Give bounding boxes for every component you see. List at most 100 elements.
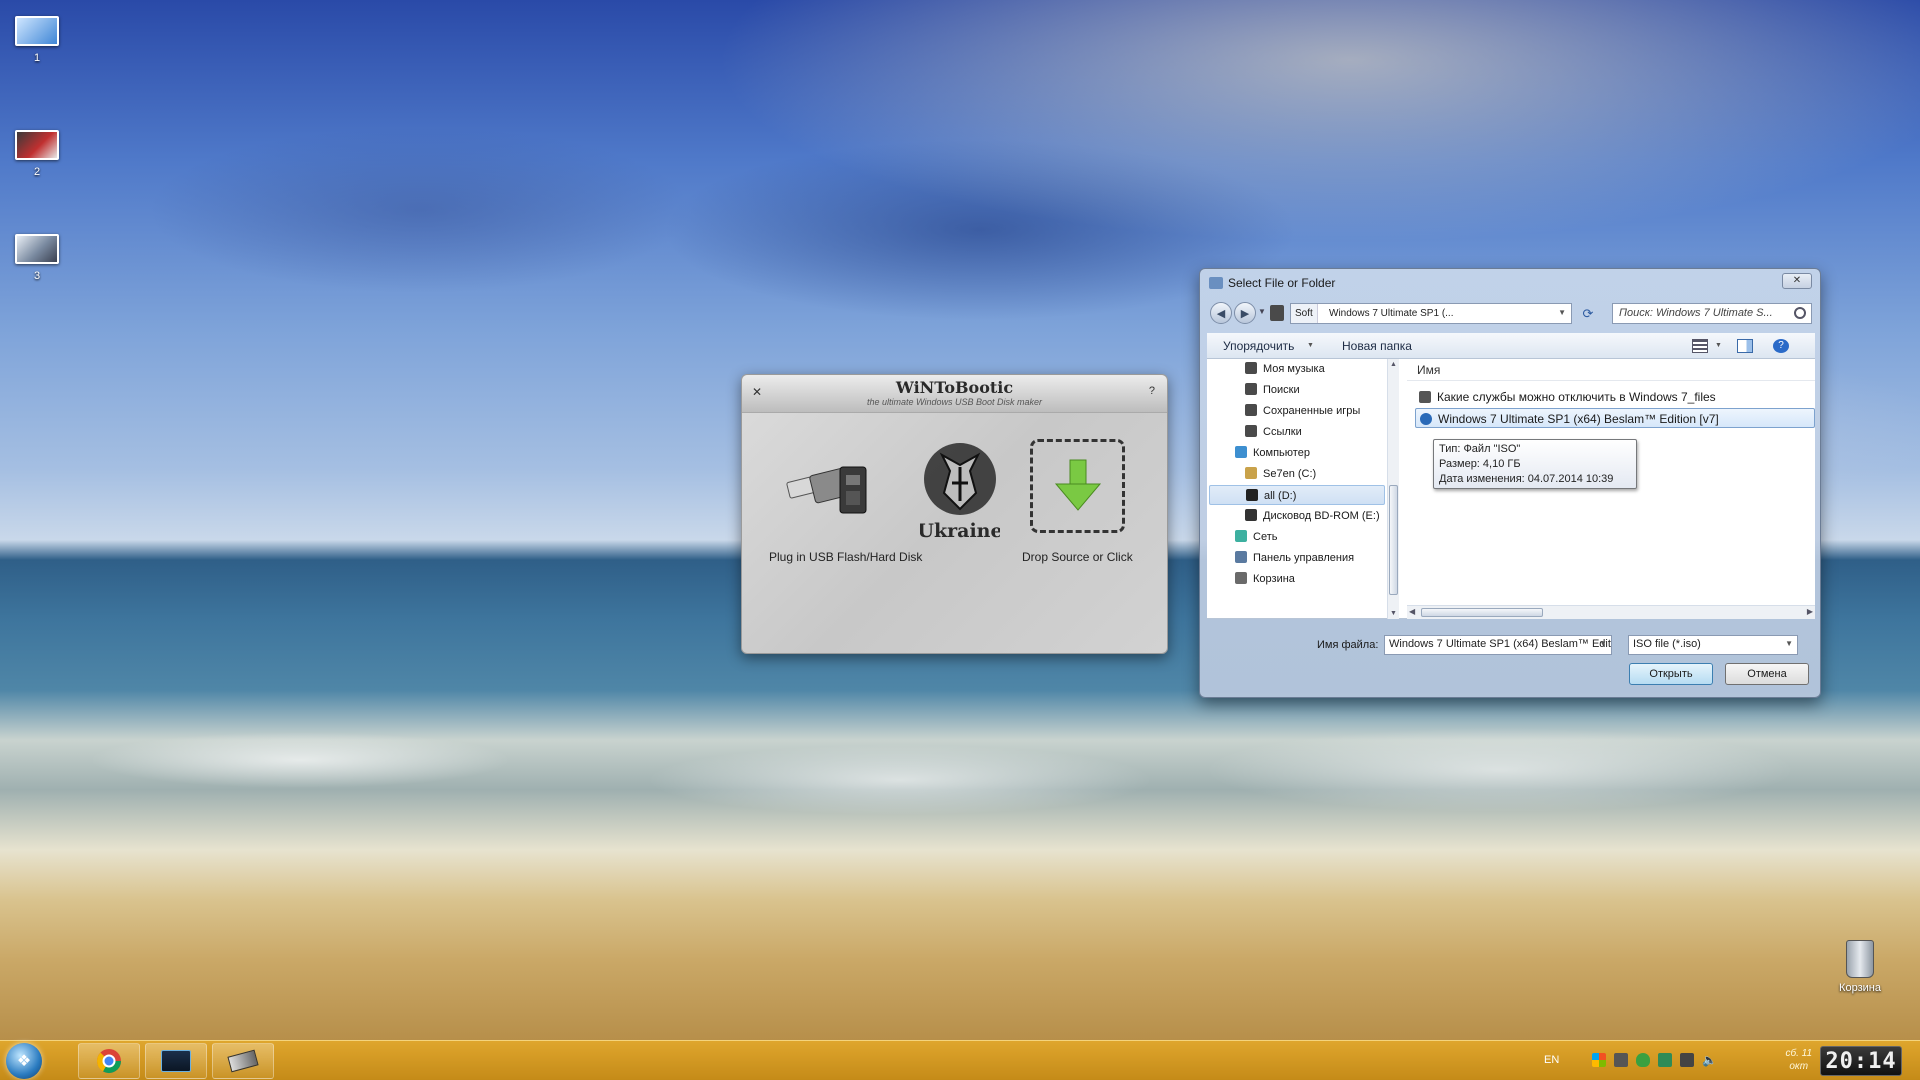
- view-options-icon[interactable]: [1692, 339, 1708, 353]
- tray-tools-icon[interactable]: [1614, 1053, 1628, 1067]
- tree-item-links[interactable]: Ссылки: [1245, 422, 1302, 442]
- tray-network-icon[interactable]: [1658, 1053, 1672, 1067]
- organize-button[interactable]: Упорядочить: [1223, 339, 1294, 353]
- tree-item-label: Дисковод BD-ROM (E:): [1263, 510, 1380, 522]
- address-dropdown-icon[interactable]: ▼: [1558, 308, 1566, 317]
- links-folder-icon: [1245, 425, 1257, 437]
- help-icon[interactable]: ?: [1773, 339, 1789, 353]
- tree-item-recycle-bin[interactable]: Корзина: [1235, 569, 1295, 589]
- tree-scroll-thumb[interactable]: [1389, 485, 1398, 595]
- ukraine-emblem-icon: Ukraine: [917, 435, 1003, 545]
- cancel-button[interactable]: Отмена: [1725, 663, 1809, 685]
- new-folder-button[interactable]: Новая папка: [1342, 339, 1412, 353]
- breadcrumb-soft[interactable]: Soft: [1291, 304, 1318, 323]
- desktop-icon-2[interactable]: 2: [2, 130, 72, 178]
- filename-dropdown-icon[interactable]: ▼: [1599, 639, 1607, 648]
- search-input[interactable]: Поиск: Windows 7 Ultimate S...: [1612, 303, 1812, 324]
- tree-scrollbar[interactable]: ▲ ▼: [1387, 359, 1399, 619]
- scroll-left-icon[interactable]: ◀: [1409, 607, 1415, 616]
- tree-item-label: Поиски: [1263, 384, 1300, 396]
- organize-chevron-icon: ▼: [1307, 342, 1314, 349]
- start-button[interactable]: ❖: [6, 1043, 42, 1079]
- network-icon: [1235, 530, 1247, 542]
- address-bar[interactable]: Soft Windows 7 Ultimate SP1 (... ▼: [1290, 303, 1572, 324]
- tree-item-drive-d[interactable]: all (D:): [1209, 485, 1385, 505]
- taskbar-explorer-button[interactable]: [145, 1043, 207, 1079]
- help-icon[interactable]: ?: [1149, 385, 1155, 397]
- language-indicator[interactable]: EN: [1544, 1054, 1559, 1066]
- back-button[interactable]: ◀: [1210, 302, 1232, 324]
- recycle-bin-label: Корзина: [1839, 982, 1881, 994]
- file-type-select[interactable]: ISO file (*.iso) ▼: [1628, 635, 1798, 655]
- file-type-dropdown-icon[interactable]: ▼: [1785, 639, 1793, 648]
- recent-pages-chevron-icon[interactable]: ▼: [1258, 307, 1266, 316]
- iso-file-icon: [1420, 413, 1432, 425]
- wintobootic-titlebar[interactable]: ✕ WiNToBootic the ultimate Windows USB B…: [742, 375, 1167, 413]
- chrome-icon: [97, 1049, 121, 1074]
- taskbar-clock[interactable]: 20:14: [1820, 1046, 1902, 1076]
- tree-item-drive-e[interactable]: Дисковод BD-ROM (E:): [1245, 506, 1380, 526]
- tree-item-label: Моя музыка: [1263, 363, 1325, 375]
- folder-icon: [1419, 391, 1431, 403]
- refresh-icon[interactable]: ⟳: [1578, 303, 1598, 324]
- address-folder-icon: [1270, 305, 1284, 321]
- column-header-name[interactable]: Имя: [1407, 359, 1815, 381]
- tree-item-control-panel[interactable]: Панель управления: [1235, 548, 1354, 568]
- tree-item-label: Панель управления: [1253, 552, 1355, 564]
- scroll-up-icon[interactable]: ▲: [1390, 361, 1397, 368]
- close-icon[interactable]: ✕: [752, 385, 762, 399]
- tree-item-searches[interactable]: Поиски: [1245, 380, 1300, 400]
- select-file-dialog[interactable]: Select File or Folder ✕ ◀ ▶ ▼ Soft Windo…: [1199, 268, 1821, 698]
- tray-volume-icon[interactable]: 🔈: [1702, 1053, 1717, 1067]
- tree-item-network[interactable]: Сеть: [1235, 527, 1277, 547]
- drive-d-icon: [1246, 489, 1258, 501]
- tray-flag-icon[interactable]: [1592, 1053, 1606, 1067]
- recycle-bin-icon: [1846, 940, 1874, 978]
- desktop-icon-1[interactable]: 1: [2, 16, 72, 64]
- tree-item-saved-games[interactable]: Сохраненные игры: [1245, 401, 1360, 421]
- wintobootic-window[interactable]: ✕ WiNToBootic the ultimate Windows USB B…: [741, 374, 1168, 654]
- tree-item-music[interactable]: Моя музыка: [1245, 359, 1325, 379]
- tree-item-drive-c[interactable]: Se7en (C:): [1245, 464, 1316, 484]
- file-row-iso[interactable]: Windows 7 Ultimate SP1 (x64) Beslam™ Edi…: [1415, 408, 1815, 428]
- navigation-tree[interactable]: Моя музыка Поиски Сохраненные игры Ссылк…: [1207, 359, 1399, 619]
- breadcrumb-current[interactable]: Windows 7 Ultimate SP1 (...: [1325, 304, 1465, 323]
- preview-pane-icon[interactable]: [1737, 339, 1753, 353]
- filename-input[interactable]: Windows 7 Ultimate SP1 (x64) Beslam™ Edi…: [1384, 635, 1612, 655]
- file-row-folder[interactable]: Какие службы можно отключить в Windows 7…: [1415, 387, 1815, 407]
- filename-value: Windows 7 Ultimate SP1 (x64) Beslam™ Edi…: [1389, 638, 1611, 650]
- dialog-app-icon: [1209, 277, 1223, 289]
- file-info-tooltip: Тип: Файл "ISO" Размер: 4,10 ГБ Дата изм…: [1433, 439, 1637, 489]
- file-list-hscrollbar[interactable]: ◀ ▶: [1407, 605, 1815, 619]
- tree-item-computer[interactable]: Компьютер: [1235, 443, 1310, 463]
- tree-item-label: Se7en (C:): [1263, 468, 1317, 480]
- date-month: окт: [1789, 1061, 1809, 1072]
- music-folder-icon: [1245, 362, 1257, 374]
- taskbar-wintobootic-button[interactable]: [212, 1043, 274, 1079]
- tray-shield-icon[interactable]: [1636, 1053, 1650, 1067]
- drive-c-icon: [1245, 467, 1257, 479]
- forward-button[interactable]: ▶: [1234, 302, 1256, 324]
- scroll-down-icon[interactable]: ▼: [1390, 610, 1397, 617]
- scroll-right-icon[interactable]: ▶: [1807, 607, 1813, 616]
- desktop-icon-2-label: 2: [33, 166, 41, 178]
- tree-item-label: Корзина: [1253, 573, 1295, 585]
- file-list[interactable]: Имя Какие службы можно отключить в Windo…: [1407, 359, 1815, 619]
- dialog-close-button[interactable]: ✕: [1782, 273, 1812, 289]
- recycle-bin-icon: [1235, 572, 1247, 584]
- explorer-folder-icon: [161, 1050, 191, 1072]
- view-chevron-icon[interactable]: ▼: [1715, 342, 1722, 349]
- usb-drive-icon[interactable]: [786, 457, 870, 517]
- drop-source-area[interactable]: [1030, 439, 1125, 533]
- search-icon[interactable]: [1794, 307, 1806, 319]
- taskbar-date[interactable]: сб. 11 окт: [1785, 1047, 1812, 1073]
- dialog-title: Select File or Folder: [1228, 276, 1336, 290]
- desktop-recycle-bin[interactable]: Корзина: [1830, 940, 1890, 994]
- open-button[interactable]: Открыть: [1629, 663, 1713, 685]
- file-list-scroll-thumb[interactable]: [1421, 608, 1543, 617]
- desktop-icon-3-label: 3: [33, 270, 41, 282]
- taskbar-chrome-button[interactable]: [78, 1043, 140, 1079]
- ukraine-emblem-text: Ukraine: [920, 520, 1000, 542]
- desktop-icon-3[interactable]: 3: [2, 234, 72, 282]
- tray-display-icon[interactable]: [1680, 1053, 1694, 1067]
